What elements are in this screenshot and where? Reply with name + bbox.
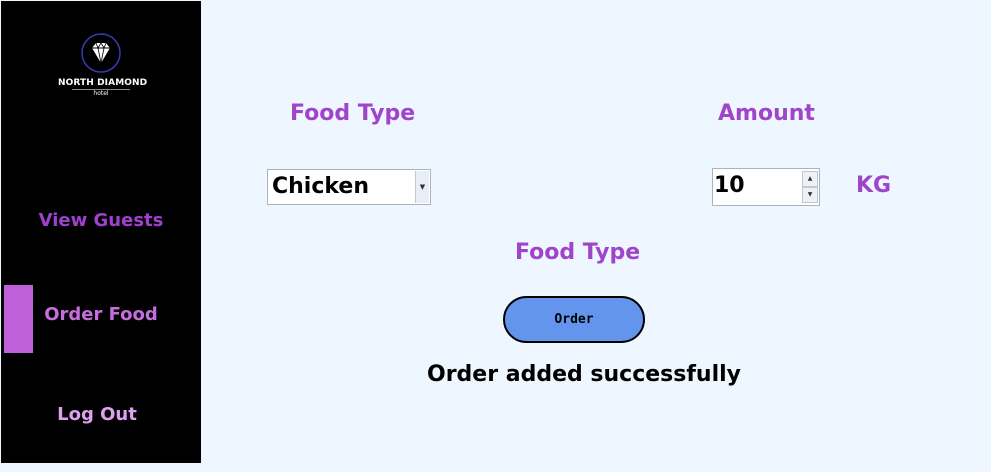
food-type-value: Chicken (272, 174, 370, 199)
amount-value: 10 (714, 173, 745, 198)
logo-name: NORTH DIAMOND (58, 78, 148, 88)
sidebar: NORTH DIAMOND hotel View Guests Order Fo… (1, 1, 201, 463)
unit-label: KG (856, 173, 892, 198)
sidebar-item-view-guests[interactable]: View Guests (1, 210, 201, 231)
food-type-label: Food Type (290, 101, 416, 126)
amount-spinner[interactable]: 10 ▲ ▼ (712, 168, 820, 206)
status-message: Order added successfully (427, 362, 742, 387)
food-type-select[interactable]: Chicken ▼ (267, 169, 431, 205)
food-type-label-secondary: Food Type (515, 240, 641, 265)
order-button[interactable]: Order (503, 296, 645, 343)
amount-label: Amount (718, 101, 815, 126)
hotel-logo: NORTH DIAMOND hotel (58, 33, 148, 99)
dropdown-arrow-icon[interactable]: ▼ (415, 171, 429, 203)
sidebar-item-order-food[interactable]: Order Food (1, 304, 201, 325)
logo-subtitle: hotel (93, 90, 109, 97)
increment-arrow-icon[interactable]: ▲ (802, 171, 818, 187)
decrement-arrow-icon[interactable]: ▼ (802, 187, 818, 203)
diamond-icon (81, 33, 121, 73)
sidebar-item-log-out[interactable]: Log Out (0, 404, 197, 425)
